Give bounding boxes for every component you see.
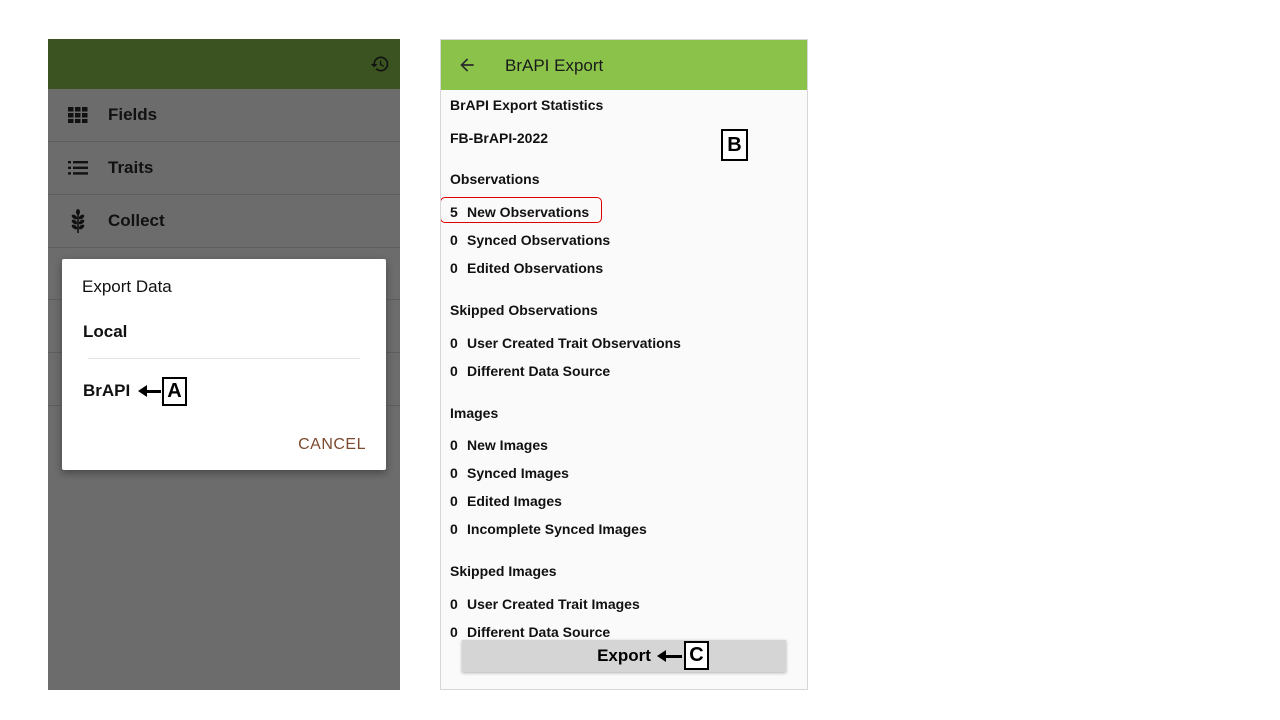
dialog-title: Export Data <box>82 277 172 296</box>
stat-row: 0 Edited Images <box>450 493 562 509</box>
stat-label: Synced Observations <box>467 232 611 248</box>
stat-label: Edited Images <box>467 493 562 509</box>
stat-row: 0 User Created Trait Images <box>450 596 640 612</box>
stat-count: 0 <box>450 465 458 481</box>
stat-label: Different Data Source <box>467 624 611 640</box>
app-bar: BrAPI Export <box>441 40 807 90</box>
stat-count: 0 <box>450 493 458 509</box>
nav-label-collect: Collect <box>108 211 165 230</box>
stat-row: 0 Different Data Source <box>450 624 610 640</box>
stat-count: 0 <box>450 232 458 248</box>
export-option-local[interactable]: Local <box>83 322 127 342</box>
export-button-label: Export <box>597 646 651 665</box>
nav-label-traits: Traits <box>108 158 154 177</box>
callout-label-b: B <box>721 129 748 161</box>
stat-label: User Created Trait Images <box>467 596 640 612</box>
study-name: FB-BrAPI-2022 <box>450 130 549 146</box>
top-toolbar <box>48 39 400 89</box>
stat-count: 5 <box>450 204 458 220</box>
callout-arrow-a <box>138 385 161 397</box>
dialog-divider <box>88 358 360 359</box>
stat-row: 0 Synced Images <box>450 465 569 481</box>
observations-heading: Observations <box>450 171 540 187</box>
skipped-images-heading: Skipped Images <box>450 563 557 579</box>
page-title: BrAPI Export <box>505 56 604 75</box>
stat-label: Different Data Source <box>467 363 611 379</box>
stat-row: 5 New Observations <box>450 204 589 220</box>
stat-count: 0 <box>450 335 458 351</box>
stat-count: 0 <box>450 624 458 640</box>
nav-item-collect[interactable]: Collect <box>48 195 400 248</box>
nav-item-traits[interactable]: Traits <box>48 142 400 195</box>
stat-count: 0 <box>450 363 458 379</box>
stat-row: 0 Synced Observations <box>450 232 610 248</box>
stat-label: User Created Trait Observations <box>467 335 681 351</box>
main-screen: Fields Traits Collect Export Data Local … <box>48 39 400 690</box>
stat-label: New Images <box>467 437 548 453</box>
export-button[interactable]: Export <box>462 640 786 672</box>
cancel-button[interactable]: CANCEL <box>298 436 366 454</box>
list-icon <box>66 156 90 180</box>
stat-row: 0 Different Data Source <box>450 363 610 379</box>
nav-item-fields[interactable]: Fields <box>48 89 400 142</box>
callout-label-a: A <box>162 377 187 406</box>
stat-label: Edited Observations <box>467 260 604 276</box>
stat-row: 0 New Images <box>450 437 548 453</box>
stat-count: 0 <box>450 260 458 276</box>
export-option-brapi[interactable]: BrAPI <box>83 381 130 401</box>
stats-heading: BrAPI Export Statistics <box>450 97 604 113</box>
history-icon[interactable] <box>370 54 390 74</box>
stat-row: 0 Edited Observations <box>450 260 603 276</box>
stat-count: 0 <box>450 521 458 537</box>
brapi-export-screen: BrAPI Export BrAPI Export Statistics FB-… <box>440 39 808 690</box>
stat-row: 0 Incomplete Synced Images <box>450 521 647 537</box>
images-heading: Images <box>450 405 499 421</box>
stat-count: 0 <box>450 596 458 612</box>
skipped-observations-heading: Skipped Observations <box>450 302 598 318</box>
stat-count: 0 <box>450 437 458 453</box>
back-arrow-icon[interactable] <box>457 55 477 75</box>
stat-label: Synced Images <box>467 465 569 481</box>
callout-label-c: C <box>684 641 709 670</box>
export-data-dialog: Export Data Local BrAPI CANCEL <box>62 259 386 470</box>
stat-row: 0 User Created Trait Observations <box>450 335 681 351</box>
stat-label: Incomplete Synced Images <box>467 521 647 537</box>
wheat-icon <box>66 209 90 233</box>
stat-label: New Observations <box>467 204 590 220</box>
nav-label-fields: Fields <box>108 105 158 124</box>
callout-arrow-c <box>657 650 682 662</box>
grid-icon <box>66 103 90 127</box>
